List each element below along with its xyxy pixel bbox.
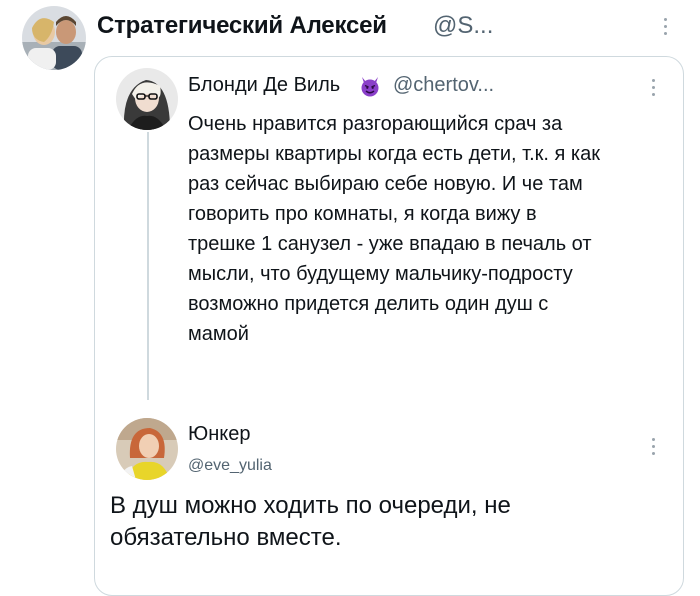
quoted-tweet-text: Очень нравится разгорающийся срач за раз… [188,109,658,349]
reply-author-handle[interactable]: @eve_yulia [188,457,272,475]
profile-avatar-icon [22,6,86,70]
text-line: говорить про комнаты, я когда вижу в [188,203,537,225]
smiling-devil-icon [361,77,379,97]
text-line: раз сейчас выбираю себе новую. И че там [188,173,583,195]
reply-author-name[interactable]: Юнкер [188,423,250,446]
text-line: В душ можно ходить по очереди, не [110,492,511,519]
text-line: возможно придется делить один душ с [188,293,549,315]
outer-author-name[interactable]: Стратегический Алексей [97,12,387,40]
text-line: размеры квартиры когда есть дети, т.к. я… [188,143,600,165]
text-line: мысли, что будущему мальчику-подросту [188,263,573,285]
text-line: трешке 1 санузел - уже впадаю в печаль о… [188,233,592,255]
more-vertical-icon[interactable] [650,79,656,96]
more-vertical-icon[interactable] [650,438,656,455]
profile-avatar-icon [116,68,178,130]
outer-author-handle[interactable]: @S... [433,12,493,40]
more-vertical-icon[interactable] [662,18,668,35]
quoted-author-avatar[interactable] [116,68,178,130]
reply-tweet-text: В душ можно ходить по очереди, не обязат… [110,490,670,554]
text-line: Очень нравится разгорающийся срач за [188,113,563,135]
quoted-author-name[interactable]: Блонди Де Виль [188,74,340,97]
text-line: мамой [188,323,249,345]
outer-author-avatar[interactable] [22,6,86,70]
text-line: обязательно вместе. [110,524,342,551]
thread-connector-line [147,132,149,400]
reply-author-avatar[interactable] [116,418,178,480]
profile-avatar-icon [116,418,178,480]
quoted-author-handle[interactable]: @chertov... [393,74,494,97]
